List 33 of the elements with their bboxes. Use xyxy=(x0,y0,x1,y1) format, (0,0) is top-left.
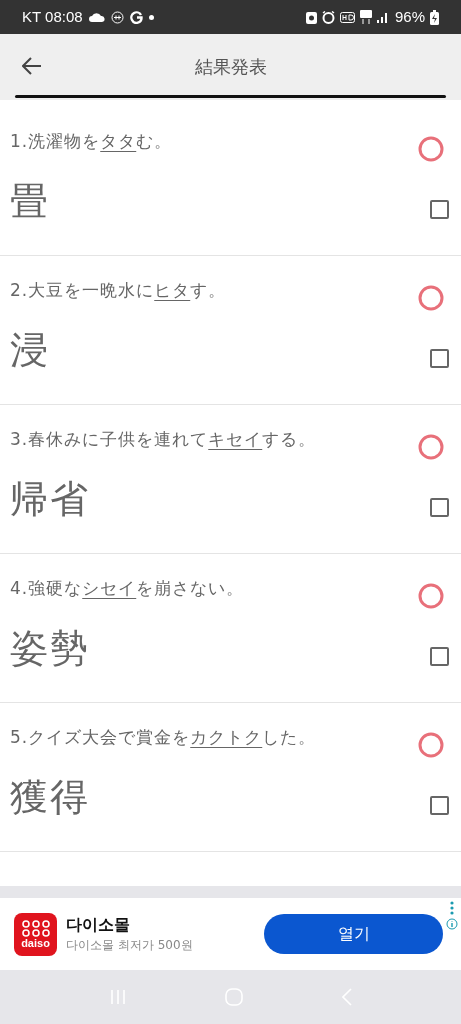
open-button[interactable]: 열기 xyxy=(264,914,443,954)
ad-title: 다이소몰 xyxy=(66,914,131,936)
status-time: KT 08:08 xyxy=(22,6,83,27)
ad-subtitle: 다이소몰 최저가 500원 xyxy=(66,937,193,954)
back-arrow-icon[interactable] xyxy=(22,57,42,75)
page-title: 結果発表 xyxy=(194,54,267,79)
more-icon[interactable] xyxy=(450,901,454,915)
g-logo-icon xyxy=(129,10,143,24)
alarm-icon xyxy=(321,10,335,24)
question-text: 1.洗濯物を タタ む。 xyxy=(10,130,173,153)
checkbox[interactable] xyxy=(430,796,449,815)
signal-icon xyxy=(376,11,390,23)
battery-percent: 96% xyxy=(394,6,425,27)
hd-icon xyxy=(339,11,355,23)
checkbox[interactable] xyxy=(430,647,449,666)
answer-text: 獲得 xyxy=(10,774,90,821)
dot-icon xyxy=(148,14,154,20)
question-text: 4.強硬な シセイ を崩さない。 xyxy=(10,577,245,600)
answer-text: 帰省 xyxy=(10,476,90,523)
question-text: 3.春休みに子供を連れて キセイする。 xyxy=(10,428,317,451)
battery-charging-icon xyxy=(430,9,439,25)
question-text: 5.クイズ大会で賞金を カクトク した。 xyxy=(10,726,317,749)
checkbox[interactable] xyxy=(430,349,449,368)
checkbox[interactable] xyxy=(430,200,449,219)
checkbox[interactable] xyxy=(430,498,449,517)
sound-wave-icon xyxy=(110,10,124,24)
answer-text: 浸 xyxy=(10,327,50,374)
answer-text: 畳 xyxy=(10,178,50,225)
cloud-icon xyxy=(88,12,105,22)
answer-text: 姿勢 xyxy=(10,625,90,672)
question-text: 2.大豆を一晩水に ヒタす。 xyxy=(10,279,227,302)
logo-text: daiso xyxy=(21,936,50,949)
dots-icon xyxy=(20,919,51,937)
